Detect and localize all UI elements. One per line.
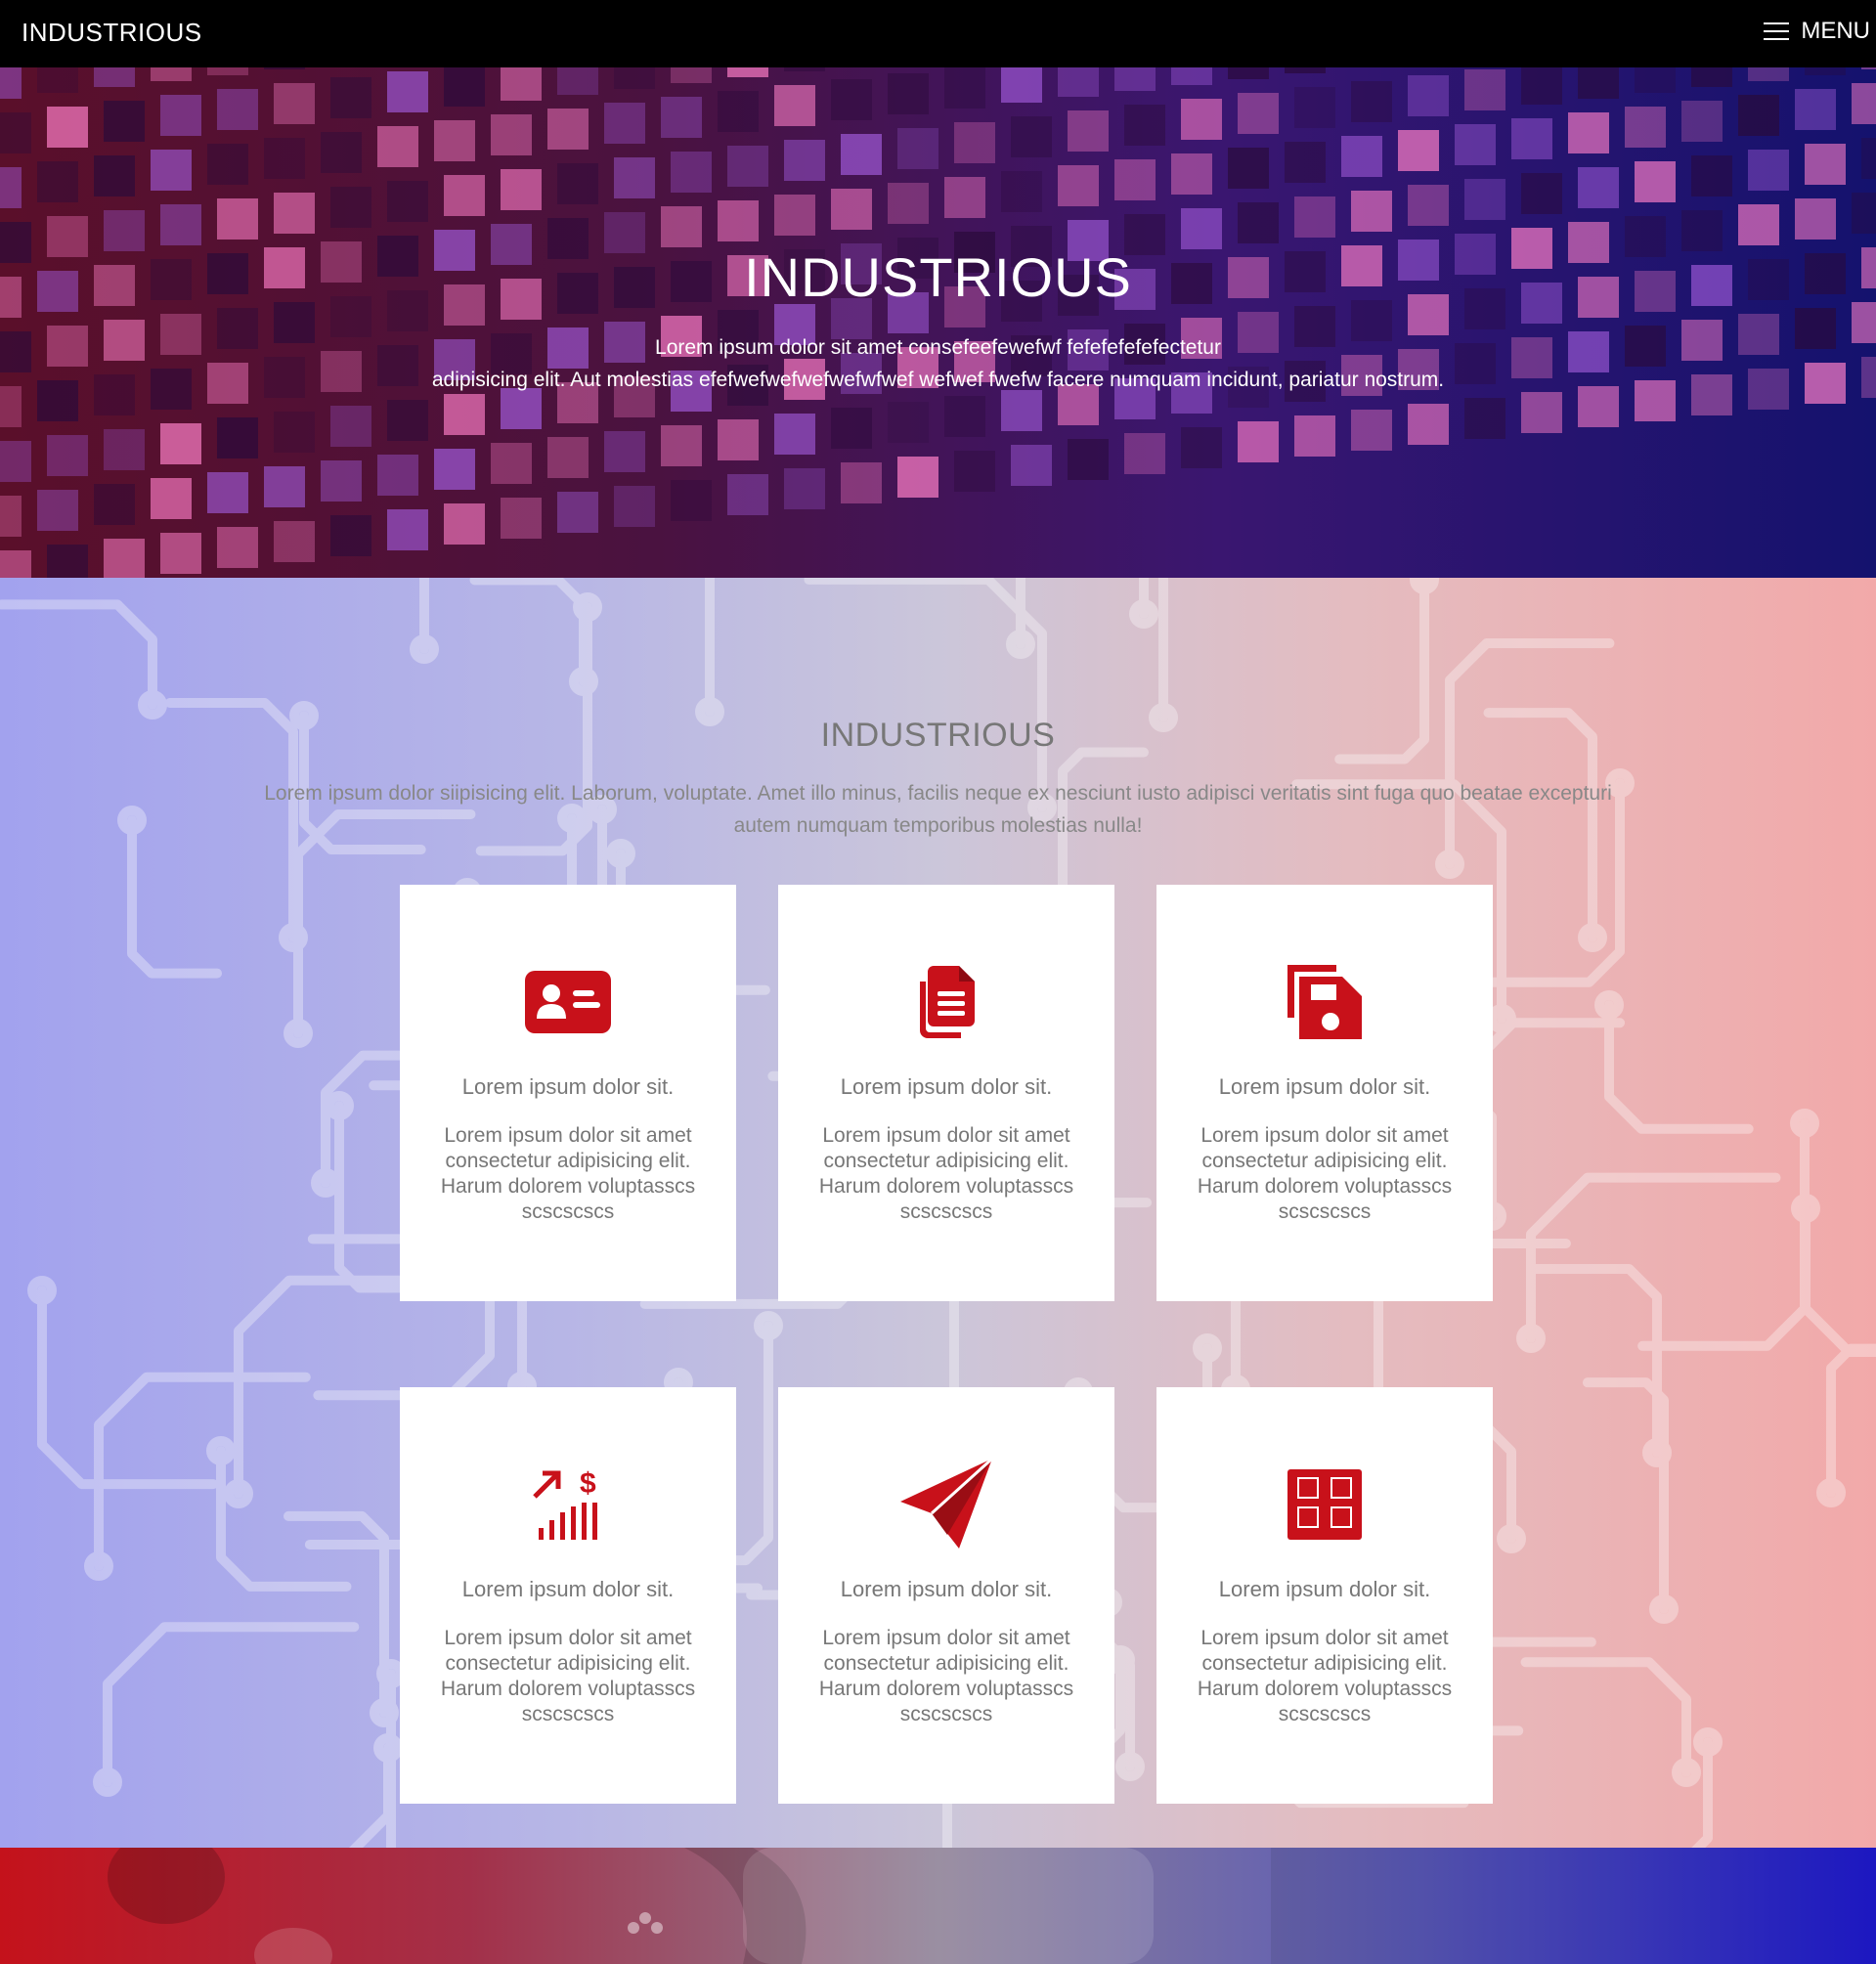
card-text: Lorem ipsum dolor sit amet consectetur a…	[1197, 1124, 1453, 1223]
next-section-image	[0, 1848, 1876, 1964]
hero-title: INDUSTRIOUS	[744, 246, 1132, 308]
card-text: Lorem ipsum dolor sit amet consectetur a…	[818, 1627, 1074, 1725]
feature-card[interactable]: Lorem ipsum dolor sit. Lorem ipsum dolor…	[1156, 1387, 1493, 1804]
menu-label: MENU	[1801, 18, 1870, 44]
section-description-line-2: autem numquam temporibus molestias nulla…	[733, 814, 1143, 837]
brand-logo[interactable]: INDUSTRIOUS	[22, 18, 202, 48]
menu-button[interactable]: MENU	[1764, 18, 1870, 45]
hero-description-line-1: Lorem ipsum dolor sit amet consefeefewef…	[655, 336, 1221, 359]
feature-card[interactable]: Lorem ipsum dolor sit. Lorem ipsum dolor…	[400, 885, 736, 1301]
card-text: Lorem ipsum dolor sit amet consectetur a…	[440, 1627, 696, 1725]
hero-background-image	[0, 67, 1876, 578]
card-title: Lorem ipsum dolor sit.	[1218, 1074, 1431, 1099]
section-description: Lorem ipsum dolor siipisicing elit. Labo…	[225, 777, 1651, 842]
documents-icon	[778, 963, 1114, 1041]
section-title: INDUSTRIOUS	[820, 717, 1056, 754]
card-text: Lorem ipsum dolor sit amet consectetur a…	[1197, 1627, 1453, 1725]
card-title: Lorem ipsum dolor sit.	[461, 1074, 675, 1099]
feature-card[interactable]: Lorem ipsum dolor sit. Lorem ipsum dolor…	[778, 885, 1114, 1301]
feature-card[interactable]: Lorem ipsum dolor sit. Lorem ipsum dolor…	[1156, 885, 1493, 1301]
floppy-disk-icon	[1156, 963, 1493, 1041]
card-text: Lorem ipsum dolor sit amet consectetur a…	[440, 1124, 696, 1223]
section-description-line-1: Lorem ipsum dolor siipisicing elit. Labo…	[264, 782, 1612, 805]
paper-plane-icon	[778, 1457, 1114, 1549]
card-title: Lorem ipsum dolor sit.	[1218, 1577, 1431, 1601]
hardware-background-image	[108, 1848, 1876, 1964]
hero-section: INDUSTRIOUS Lorem ipsum dolor sit amet c…	[0, 67, 1876, 578]
growth-chart-dollar-icon: $	[400, 1465, 736, 1544]
card-title: Lorem ipsum dolor sit.	[840, 1577, 1053, 1601]
hero-description-line-2: adipisicing elit. Aut molestias efefwefw…	[431, 369, 1445, 391]
hero-description: Lorem ipsum dolor sit amet consefeefewef…	[0, 331, 1876, 396]
card-text: Lorem ipsum dolor sit amet consectetur a…	[818, 1124, 1074, 1223]
feature-card[interactable]: $ Lorem ipsum dolor sit. Lorem ipsum dol…	[400, 1387, 736, 1804]
card-title: Lorem ipsum dolor sit.	[840, 1074, 1053, 1099]
top-navbar: INDUSTRIOUS MENU	[0, 0, 1876, 67]
grid-blocks-icon	[1156, 1465, 1493, 1544]
hamburger-icon	[1764, 22, 1790, 40]
card-title: Lorem ipsum dolor sit.	[461, 1577, 675, 1601]
features-section: INDUSTRIOUS Lorem ipsum dolor siipisicin…	[0, 578, 1876, 1848]
feature-card[interactable]: Lorem ipsum dolor sit. Lorem ipsum dolor…	[778, 1387, 1114, 1804]
id-card-icon	[400, 963, 736, 1041]
svg-text:$: $	[580, 1467, 596, 1500]
